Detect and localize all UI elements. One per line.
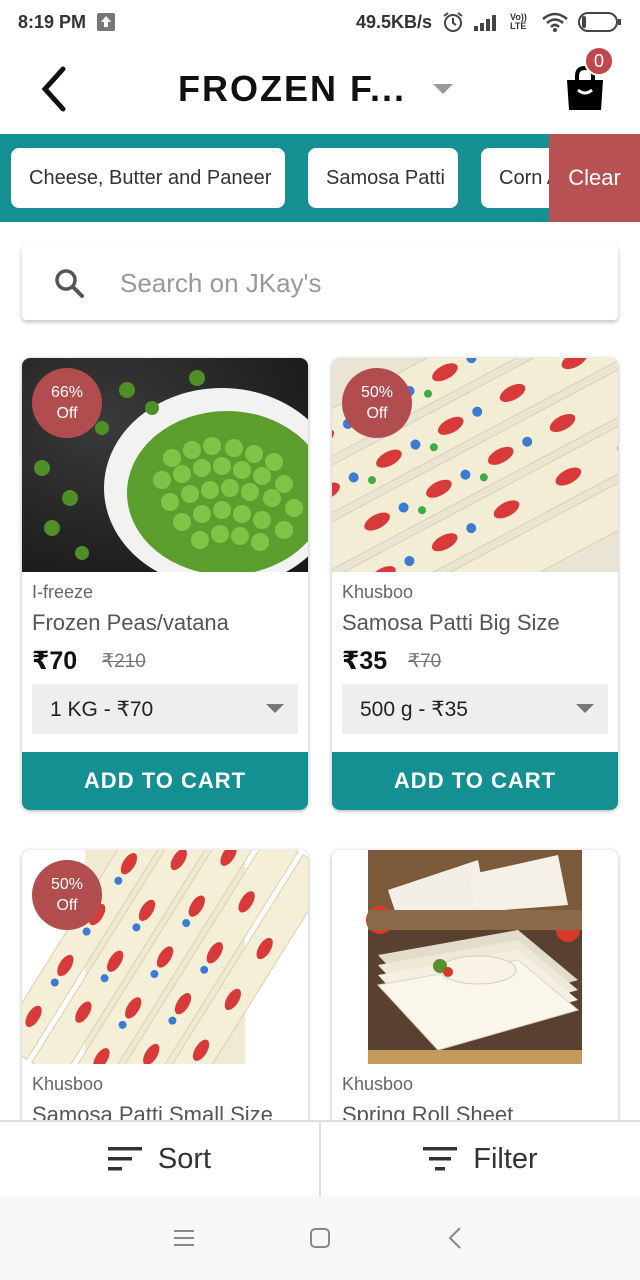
discount-percent: 50%	[360, 384, 394, 401]
nav-menu-button[interactable]	[164, 1218, 204, 1258]
cart-button[interactable]: 0	[562, 46, 622, 116]
product-card-spring-roll-sheet: Khusboo Spring Roll Sheet	[332, 850, 618, 1150]
category-filter-strip: Cheese, Butter and Paneer Samosa Patti C…	[0, 134, 640, 222]
upload-notification-icon	[96, 12, 116, 32]
product-card-samosa-patti-small: 50% Off Khusboo Samosa Patti Small Size	[22, 850, 308, 1150]
filter-icon	[423, 1147, 458, 1171]
filter-button[interactable]: Filter	[321, 1122, 640, 1196]
app-bar: FROZEN F... 0	[0, 44, 640, 134]
system-navigation-bar	[0, 1196, 640, 1280]
product-mrp: ₹210	[102, 651, 146, 672]
wifi-icon	[542, 12, 568, 32]
discount-percent: 50%	[50, 876, 84, 893]
discount-badge: 50% Off	[32, 860, 102, 930]
nav-back-button[interactable]	[436, 1218, 476, 1258]
sort-icon	[107, 1147, 142, 1171]
discount-off-label: Off	[56, 405, 78, 422]
product-image-samosa-patti-small[interactable]: 50% Off	[22, 850, 308, 1064]
variant-select[interactable]: 1 KG - ₹70	[32, 684, 298, 734]
product-price: ₹35	[342, 647, 388, 675]
network-speed: 49.5KB/s	[355, 11, 432, 32]
variant-selected-value: 1 KG - ₹70	[50, 697, 154, 721]
volte-label: Vo)) LTE	[510, 12, 527, 31]
add-to-cart-button[interactable]: ADD TO CART	[332, 752, 618, 810]
product-brand: Khusboo	[32, 1074, 104, 1094]
volte-icon: Vo)) LTE	[510, 13, 532, 31]
sort-button[interactable]: Sort	[0, 1122, 319, 1196]
category-chip-cheese-butter-paneer[interactable]: Cheese, Butter and Paneer	[11, 148, 285, 208]
product-name[interactable]: Samosa Patti Big Size	[342, 610, 560, 636]
sort-label: Sort	[157, 1142, 212, 1175]
variant-select[interactable]: 500 g - ₹35	[342, 684, 608, 734]
home-square-icon	[310, 1228, 330, 1248]
product-image-spring-roll-sheet[interactable]	[332, 850, 618, 1064]
search-icon	[52, 266, 86, 300]
discount-badge: 50% Off	[342, 368, 412, 438]
product-price: ₹70	[32, 647, 78, 675]
variant-selected-value: 500 g - ₹35	[360, 697, 468, 721]
discount-off-label: Off	[366, 405, 388, 422]
menu-icon	[174, 1230, 194, 1246]
alarm-icon	[442, 11, 464, 33]
clear-filters-button[interactable]: Clear	[549, 134, 640, 222]
product-mrp: ₹70	[408, 651, 442, 672]
back-arrow-icon	[41, 66, 66, 112]
product-image-samosa-patti-big[interactable]: 50% Off	[332, 358, 618, 572]
product-brand: I-freeze	[32, 582, 94, 602]
product-card-frozen-peas: 66% Off I-freeze Frozen Peas/vatana ₹70 …	[22, 358, 308, 810]
category-chip-samosa-patti[interactable]: Samosa Patti	[308, 148, 458, 208]
page-title[interactable]: FROZEN F...	[178, 68, 406, 110]
back-chevron-icon	[448, 1227, 461, 1249]
nav-home-button[interactable]	[300, 1218, 340, 1258]
product-brand: Khusboo	[342, 582, 414, 602]
sort-filter-bar: Sort Filter	[0, 1120, 640, 1196]
product-name[interactable]: Frozen Peas/vatana	[32, 610, 229, 636]
category-dropdown-caret-icon[interactable]	[433, 84, 453, 94]
status-time: 8:19 PM	[18, 11, 87, 32]
discount-badge: 66% Off	[32, 368, 102, 438]
discount-percent: 66%	[50, 384, 84, 401]
dropdown-caret-icon	[266, 704, 284, 713]
search-input[interactable]: Search on JKay's	[22, 246, 618, 320]
battery-icon	[578, 11, 622, 33]
discount-off-label: Off	[56, 897, 78, 914]
cart-count-badge: 0	[584, 46, 614, 76]
status-bar: 8:19 PM 49.5KB/s Vo)) LTE	[0, 0, 640, 44]
add-to-cart-button[interactable]: ADD TO CART	[22, 752, 308, 810]
product-brand: Khusboo	[342, 1074, 414, 1094]
product-card-samosa-patti-big: 50% Off Khusboo Samosa Patti Big Size ₹3…	[332, 358, 618, 810]
signal-icon	[474, 13, 500, 31]
dropdown-caret-icon	[576, 704, 594, 713]
search-placeholder: Search on JKay's	[120, 267, 322, 298]
product-image-frozen-peas[interactable]: 66% Off	[22, 358, 308, 572]
back-button[interactable]	[32, 64, 76, 114]
filter-label: Filter	[473, 1142, 538, 1175]
